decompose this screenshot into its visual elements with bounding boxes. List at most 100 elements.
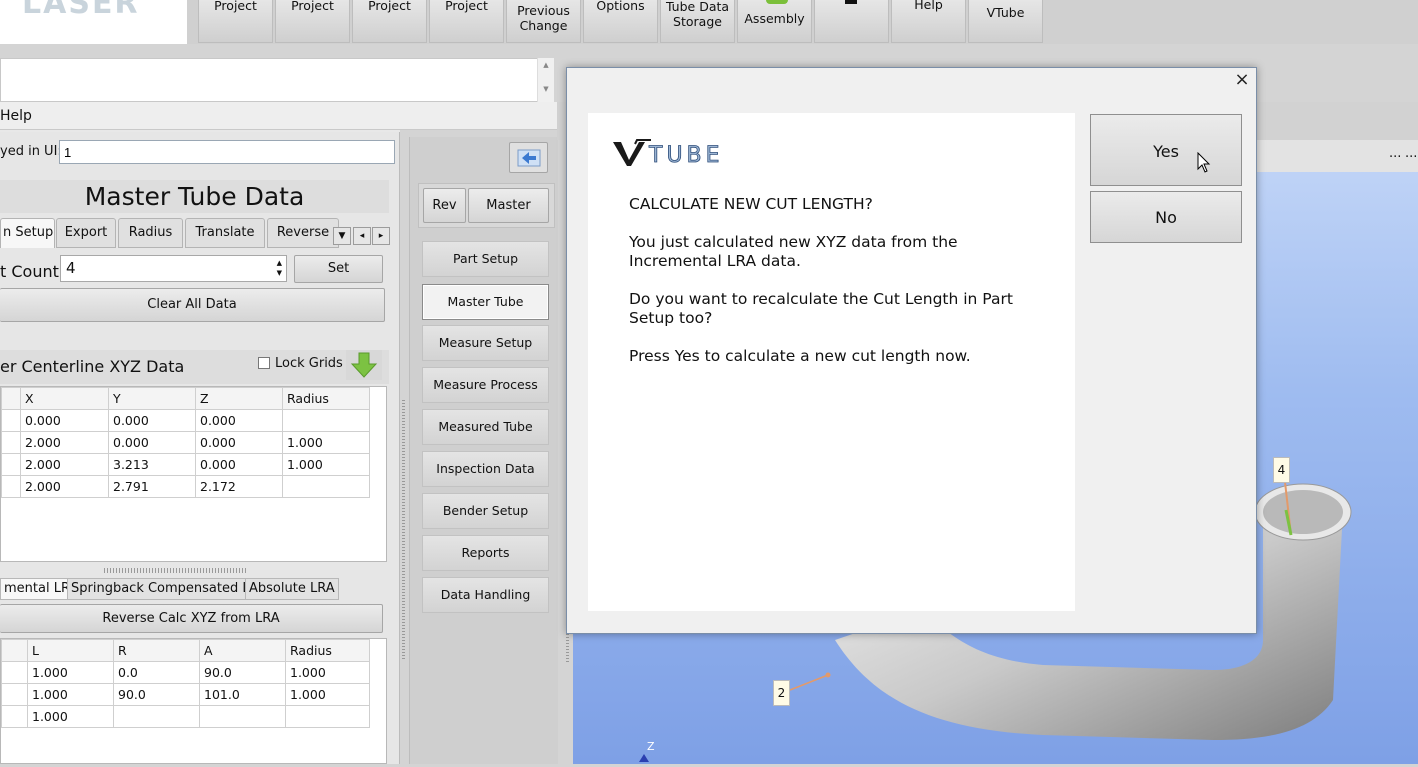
xyz-cell[interactable]: 2.172 <box>195 475 283 498</box>
xyz-cell[interactable]: 0.000 <box>108 409 196 432</box>
xyz-cell[interactable]: 3.213 <box>108 453 196 476</box>
tab-springback-lra[interactable]: Springback Compensated LRA <box>67 578 272 600</box>
lra-cell[interactable]: 90.0 <box>113 683 200 706</box>
reverse-calc-button[interactable]: Reverse Calc XYZ from LRA <box>0 604 383 633</box>
xyz-cell[interactable] <box>1 409 21 432</box>
clear-project-button[interactable]: Clear Project <box>429 0 504 43</box>
dialog-paragraph-1: You just calculated new XYZ data from th… <box>629 233 958 270</box>
xyz-cell[interactable]: 2.000 <box>20 431 109 454</box>
help-label: Help <box>914 0 943 12</box>
lock-grids-checkbox[interactable]: Lock Grids <box>258 356 343 371</box>
lra-grid: L R A Radius 1.000 0.0 90.0 1.000 1.000 90.0… <box>1 639 370 728</box>
tab-radius[interactable]: Radius <box>118 218 183 248</box>
tab-reverse[interactable]: Reverse <box>267 218 339 248</box>
save-project-button[interactable]: Save Project <box>275 0 350 43</box>
lra-cell[interactable] <box>1 683 28 706</box>
lra-cell[interactable]: 1.000 <box>27 683 114 706</box>
nav-part-setup[interactable]: Part Setup <box>422 241 549 277</box>
tab-left-icon[interactable]: ◂ <box>353 227 371 245</box>
xyz-cell[interactable] <box>1 475 21 498</box>
master-button[interactable]: Master <box>468 188 549 223</box>
help-button[interactable]: Help <box>891 0 966 43</box>
rev-button[interactable]: Rev <box>423 188 466 223</box>
view-menu-dots-2[interactable]: ... <box>1405 146 1417 161</box>
xyz-header-row: X Y Z Radius <box>1 387 370 410</box>
set-button[interactable]: Set <box>294 255 383 283</box>
yes-button[interactable]: Yes <box>1090 114 1242 186</box>
nav-reports[interactable]: Reports <box>422 535 549 571</box>
xyz-cell[interactable]: 2.000 <box>20 453 109 476</box>
table-row: 1.000 0.0 90.0 1.000 <box>1 661 370 684</box>
tab-right-icon[interactable]: ▸ <box>372 227 390 245</box>
lra-cell[interactable]: 1.000 <box>27 705 114 728</box>
previous-change-button[interactable]: Previous Change <box>506 0 581 43</box>
display-ui-input[interactable] <box>59 140 395 164</box>
nav-measure-process[interactable]: Measure Process <box>422 367 549 403</box>
unknown-toolbar-button[interactable] <box>814 0 889 43</box>
xyz-cell[interactable]: 0.000 <box>195 453 283 476</box>
xyz-cell[interactable]: 1.000 <box>282 431 370 454</box>
download-arrow-icon[interactable] <box>346 350 382 380</box>
nav-master-tube[interactable]: Master Tube <box>422 284 549 320</box>
lra-cell[interactable]: 101.0 <box>199 683 286 706</box>
checkbox-icon[interactable] <box>258 357 270 369</box>
nav-data-handling[interactable]: Data Handling <box>422 577 549 613</box>
table-row: 1.000 <box>1 705 370 728</box>
nav-inspection-data[interactable]: Inspection Data <box>422 451 549 487</box>
save-as-project-button[interactable]: Save As... Project <box>352 0 427 43</box>
table-row: 0.000 0.000 0.000 <box>1 409 370 432</box>
xyz-cell[interactable] <box>1 453 21 476</box>
lra-cell[interactable] <box>1 705 28 728</box>
tab-translate[interactable]: Translate <box>185 218 265 248</box>
xyz-cell[interactable]: 0.000 <box>108 431 196 454</box>
xyz-cell[interactable] <box>282 475 370 498</box>
message-textarea[interactable] <box>0 58 554 102</box>
nav-bender-setup[interactable]: Bender Setup <box>422 493 549 529</box>
nav-measure-setup[interactable]: Measure Setup <box>422 325 549 361</box>
xyz-cell[interactable] <box>1 431 21 454</box>
lra-cell[interactable] <box>285 705 370 728</box>
xyz-cell[interactable]: 0.000 <box>20 409 109 432</box>
xyz-cell[interactable]: 0.000 <box>195 431 283 454</box>
tab-dropdown-icon[interactable]: ▼ <box>333 227 351 245</box>
lra-cell[interactable] <box>1 661 28 684</box>
lra-cell[interactable]: 1.000 <box>285 661 370 684</box>
xyz-cell[interactable]: 2.000 <box>20 475 109 498</box>
nav-measured-tube[interactable]: Measured Tube <box>422 409 549 445</box>
vtube-button[interactable]: VTube <box>968 0 1043 43</box>
back-arrow-icon <box>517 149 540 167</box>
lra-cell[interactable] <box>113 705 200 728</box>
no-button[interactable]: No <box>1090 191 1242 243</box>
load-project-button[interactable]: Load Project <box>198 0 273 43</box>
lra-cell[interactable]: 0.0 <box>113 661 200 684</box>
vertical-splitter-2[interactable] <box>566 634 569 664</box>
close-icon[interactable]: × <box>1232 70 1252 90</box>
vertical-splitter[interactable] <box>402 400 405 660</box>
message-scrollbar[interactable]: ▲ ▼ <box>537 58 554 102</box>
dialog-heading: CALCULATE NEW CUT LENGTH? <box>629 195 873 213</box>
tab-export[interactable]: Export <box>56 218 116 248</box>
system-options-button[interactable]: System Options <box>583 0 658 43</box>
lra-header-cell: Radius <box>285 639 370 662</box>
xyz-cell[interactable]: 0.000 <box>195 409 283 432</box>
view-menu-dots[interactable]: ... <box>1389 146 1401 161</box>
tube-data-storage-button[interactable]: Tube Data Storage <box>660 0 735 43</box>
xyz-cell[interactable]: 1.000 <box>282 453 370 476</box>
tab-absolute-lra[interactable]: Absolute LRA <box>245 578 339 600</box>
lra-header-cell: A <box>199 639 286 662</box>
lra-cell[interactable]: 1.000 <box>285 683 370 706</box>
spin-arrows-icon[interactable]: ▲ ▼ <box>277 258 282 278</box>
xyz-cell[interactable]: 2.791 <box>108 475 196 498</box>
xyz-cell[interactable] <box>282 409 370 432</box>
menu-help[interactable]: Help <box>0 108 32 124</box>
clear-all-data-button[interactable]: Clear All Data <box>0 288 385 322</box>
lra-cell[interactable]: 90.0 <box>199 661 286 684</box>
lra-cell[interactable] <box>199 705 286 728</box>
xyz-header-cell <box>1 387 21 410</box>
splitter-handle[interactable] <box>104 568 248 573</box>
lra-cell[interactable]: 1.000 <box>27 661 114 684</box>
assembly-button[interactable]: Assembly <box>737 0 812 43</box>
collapse-button[interactable] <box>509 142 548 173</box>
tab-setup[interactable]: n Setup <box>0 218 55 248</box>
point-count-spinner[interactable]: 4 ▲ ▼ <box>60 255 287 282</box>
